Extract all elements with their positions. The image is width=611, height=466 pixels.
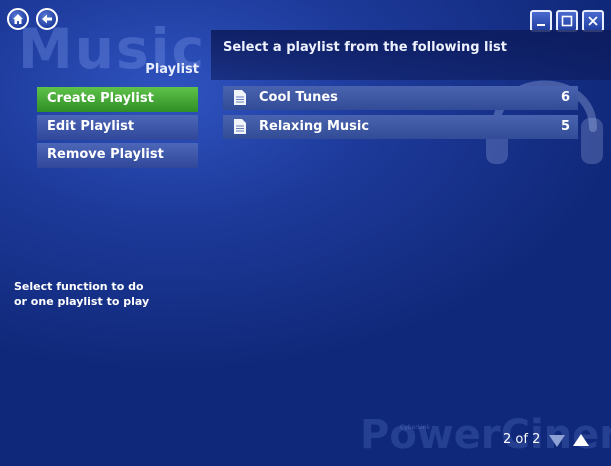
playlist-count: 6 [560,90,570,105]
section-title: Playlist [145,62,199,77]
maximize-button[interactable] [556,10,578,32]
create-playlist-button[interactable]: Create Playlist [37,87,198,112]
triangle-up-icon [573,434,589,446]
page-up-button[interactable] [572,432,590,451]
back-button[interactable] [36,8,58,30]
playlist-name: Relaxing Music [259,119,370,134]
close-button[interactable] [582,10,604,32]
page-down-button[interactable] [548,433,566,452]
triangle-down-icon [549,435,565,447]
document-icon [234,90,246,105]
playlist-name: Cool Tunes [259,90,338,105]
header-prompt: Select a playlist from the following lis… [223,40,507,55]
playlist-row[interactable]: Cool Tunes 6 [223,86,578,110]
minimize-button[interactable] [530,10,552,32]
page-indicator: 2 of 2 [503,432,541,447]
playlist-count: 5 [560,119,570,134]
back-arrow-icon [42,14,52,24]
maximize-icon [561,15,573,27]
hint-line-1: Select function to do [14,280,144,293]
playlist-row[interactable]: Relaxing Music 5 [223,115,578,139]
minimize-icon [537,24,545,26]
document-icon [234,119,246,134]
home-icon [13,14,23,24]
remove-playlist-button[interactable]: Remove Playlist [37,143,198,168]
close-icon [588,16,598,26]
header-bar [211,30,611,80]
home-button[interactable] [7,8,29,30]
hint-text: Select function to do or one playlist to… [14,279,204,309]
hint-line-2: or one playlist to play [14,295,150,308]
edit-playlist-button[interactable]: Edit Playlist [37,115,198,140]
